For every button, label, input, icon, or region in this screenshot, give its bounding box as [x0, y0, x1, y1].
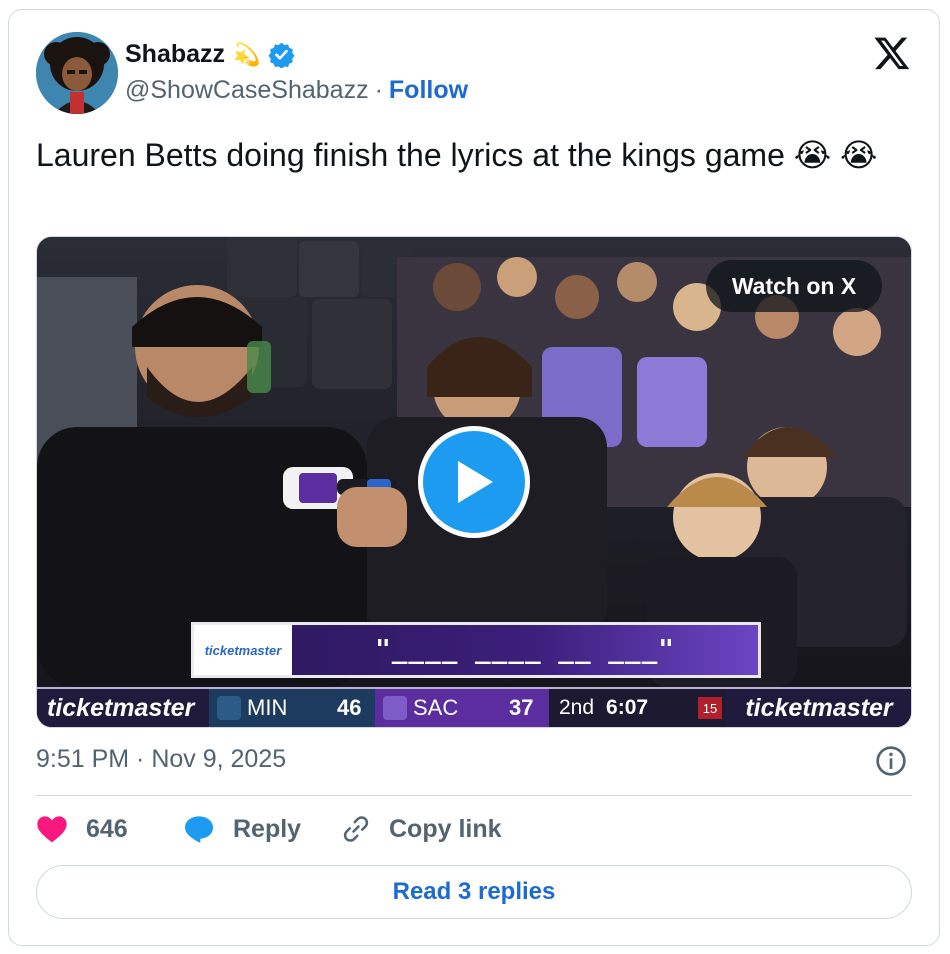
- clock: 6:07: [606, 696, 649, 719]
- like-count: 646: [86, 814, 128, 843]
- like-button[interactable]: 646: [36, 814, 186, 844]
- reply-button[interactable]: Reply: [183, 814, 338, 844]
- separator-dot: ·: [374, 76, 383, 104]
- sparkle-emoji: 💫: [233, 41, 261, 67]
- reply-label: Reply: [233, 814, 302, 843]
- action-bar: 646 Reply Copy link: [36, 814, 502, 844]
- kings-logo-icon: [383, 696, 407, 720]
- tweet-timestamp[interactable]: 9:51 PM · Nov 9, 2025: [36, 745, 286, 774]
- x-logo-icon[interactable]: [873, 34, 911, 72]
- scoreboard: ticketmaster MIN 46 SAC 37 2nd 6:07 15 t…: [37, 687, 911, 727]
- team-min-score: 46: [329, 689, 375, 727]
- team-min-name: MIN: [247, 695, 288, 720]
- avatar-image: [36, 32, 118, 114]
- copy-link-button[interactable]: Copy link: [341, 814, 502, 844]
- author-handle[interactable]: @ShowCaseShabazz: [125, 76, 369, 105]
- author-name-row[interactable]: Shabazz 💫: [125, 40, 295, 69]
- play-icon: [458, 461, 493, 503]
- scoreboard-brand-left: ticketmaster: [37, 689, 209, 727]
- info-icon[interactable]: [875, 745, 907, 777]
- tweet-card: Shabazz 💫 @ShowCaseShabazz · Follow Laur…: [8, 9, 940, 946]
- link-icon: [343, 816, 369, 842]
- handle-row: @ShowCaseShabazz · Follow: [125, 76, 468, 105]
- verified-badge-icon: [268, 42, 295, 68]
- author-name[interactable]: Shabazz: [125, 40, 225, 69]
- game-clock: 2nd 6:07: [549, 689, 695, 727]
- lyric-banner-brand: ticketmaster: [194, 625, 292, 675]
- timberwolves-logo-icon: [217, 696, 241, 720]
- divider: [36, 795, 912, 796]
- lyric-banner: ticketmaster "____ ____ __ ___": [191, 622, 761, 678]
- heart-icon: [37, 816, 67, 843]
- team-min: MIN: [209, 689, 329, 727]
- lyric-blanks: "____ ____ __ ___": [375, 635, 675, 665]
- follow-button[interactable]: Follow: [389, 76, 468, 105]
- avatar[interactable]: [36, 32, 118, 114]
- shot-clock-wrap: 15: [695, 689, 725, 727]
- shot-clock: 15: [697, 697, 723, 719]
- play-button[interactable]: [418, 426, 530, 538]
- tweet-text: Lauren Betts doing finish the lyrics at …: [36, 137, 878, 173]
- read-replies-button[interactable]: Read 3 replies: [36, 865, 912, 919]
- period: 2nd: [559, 696, 595, 719]
- team-sac: SAC: [375, 689, 501, 727]
- video-player[interactable]: Watch on X ticketmaster "____ ____ __ __…: [36, 236, 912, 728]
- scoreboard-brand-right: ticketmaster: [725, 689, 911, 727]
- team-sac-score: 37: [501, 689, 549, 727]
- team-sac-name: SAC: [413, 695, 459, 720]
- reply-bubble-icon: [185, 816, 213, 843]
- watch-on-x-button[interactable]: Watch on X: [706, 260, 882, 312]
- copy-link-label: Copy link: [389, 814, 502, 843]
